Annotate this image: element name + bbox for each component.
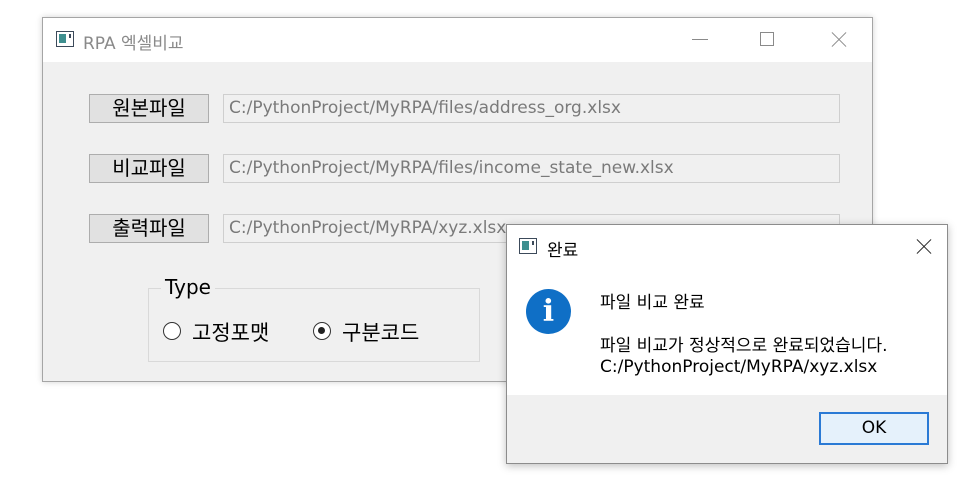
radio-label: 구분코드: [342, 321, 420, 345]
radio-delimiter-code[interactable]: 구분코드: [313, 319, 443, 345]
radio-checked-icon: [313, 322, 331, 340]
radio-label: 고정포맷: [192, 321, 270, 345]
output-file-button[interactable]: 출력파일: [89, 214, 209, 243]
compare-file-path-field[interactable]: C:/PythonProject/MyRPA/files/income_stat…: [223, 154, 840, 183]
window-title: RPA 엑셀비교: [83, 34, 184, 54]
main-titlebar[interactable]: RPA 엑셀비교: [43, 18, 872, 62]
completion-dialog: 완료 i 파일 비교 완료 파일 비교가 정상적으로 완료되었습니다. C:/P…: [506, 224, 948, 464]
type-group-title: Type: [161, 275, 215, 299]
minimize-icon: [692, 39, 708, 40]
maximize-button[interactable]: [744, 18, 790, 62]
app-icon: [56, 31, 74, 47]
dialog-message: 파일 비교가 정상적으로 완료되었습니다.: [600, 336, 888, 356]
dialog-title: 완료: [547, 241, 579, 261]
ok-button[interactable]: OK: [819, 412, 929, 445]
dialog-output-path: C:/PythonProject/MyRPA/xyz.xlsx: [600, 357, 878, 377]
app-icon: [519, 238, 537, 254]
source-file-button[interactable]: 원본파일: [89, 94, 209, 123]
source-file-path-field[interactable]: C:/PythonProject/MyRPA/files/address_org…: [223, 94, 840, 123]
dialog-close-button[interactable]: [900, 225, 946, 269]
radio-unchecked-icon: [163, 322, 181, 340]
radio-fixed-format[interactable]: 고정포맷: [163, 319, 293, 345]
compare-file-button[interactable]: 비교파일: [89, 154, 209, 183]
maximize-icon: [760, 32, 774, 46]
type-groupbox: Type 고정포맷 구분코드: [148, 275, 480, 362]
minimize-button[interactable]: [676, 18, 722, 62]
close-button[interactable]: [815, 18, 861, 62]
info-icon: i: [526, 289, 571, 334]
dialog-heading: 파일 비교 완료: [600, 293, 705, 313]
